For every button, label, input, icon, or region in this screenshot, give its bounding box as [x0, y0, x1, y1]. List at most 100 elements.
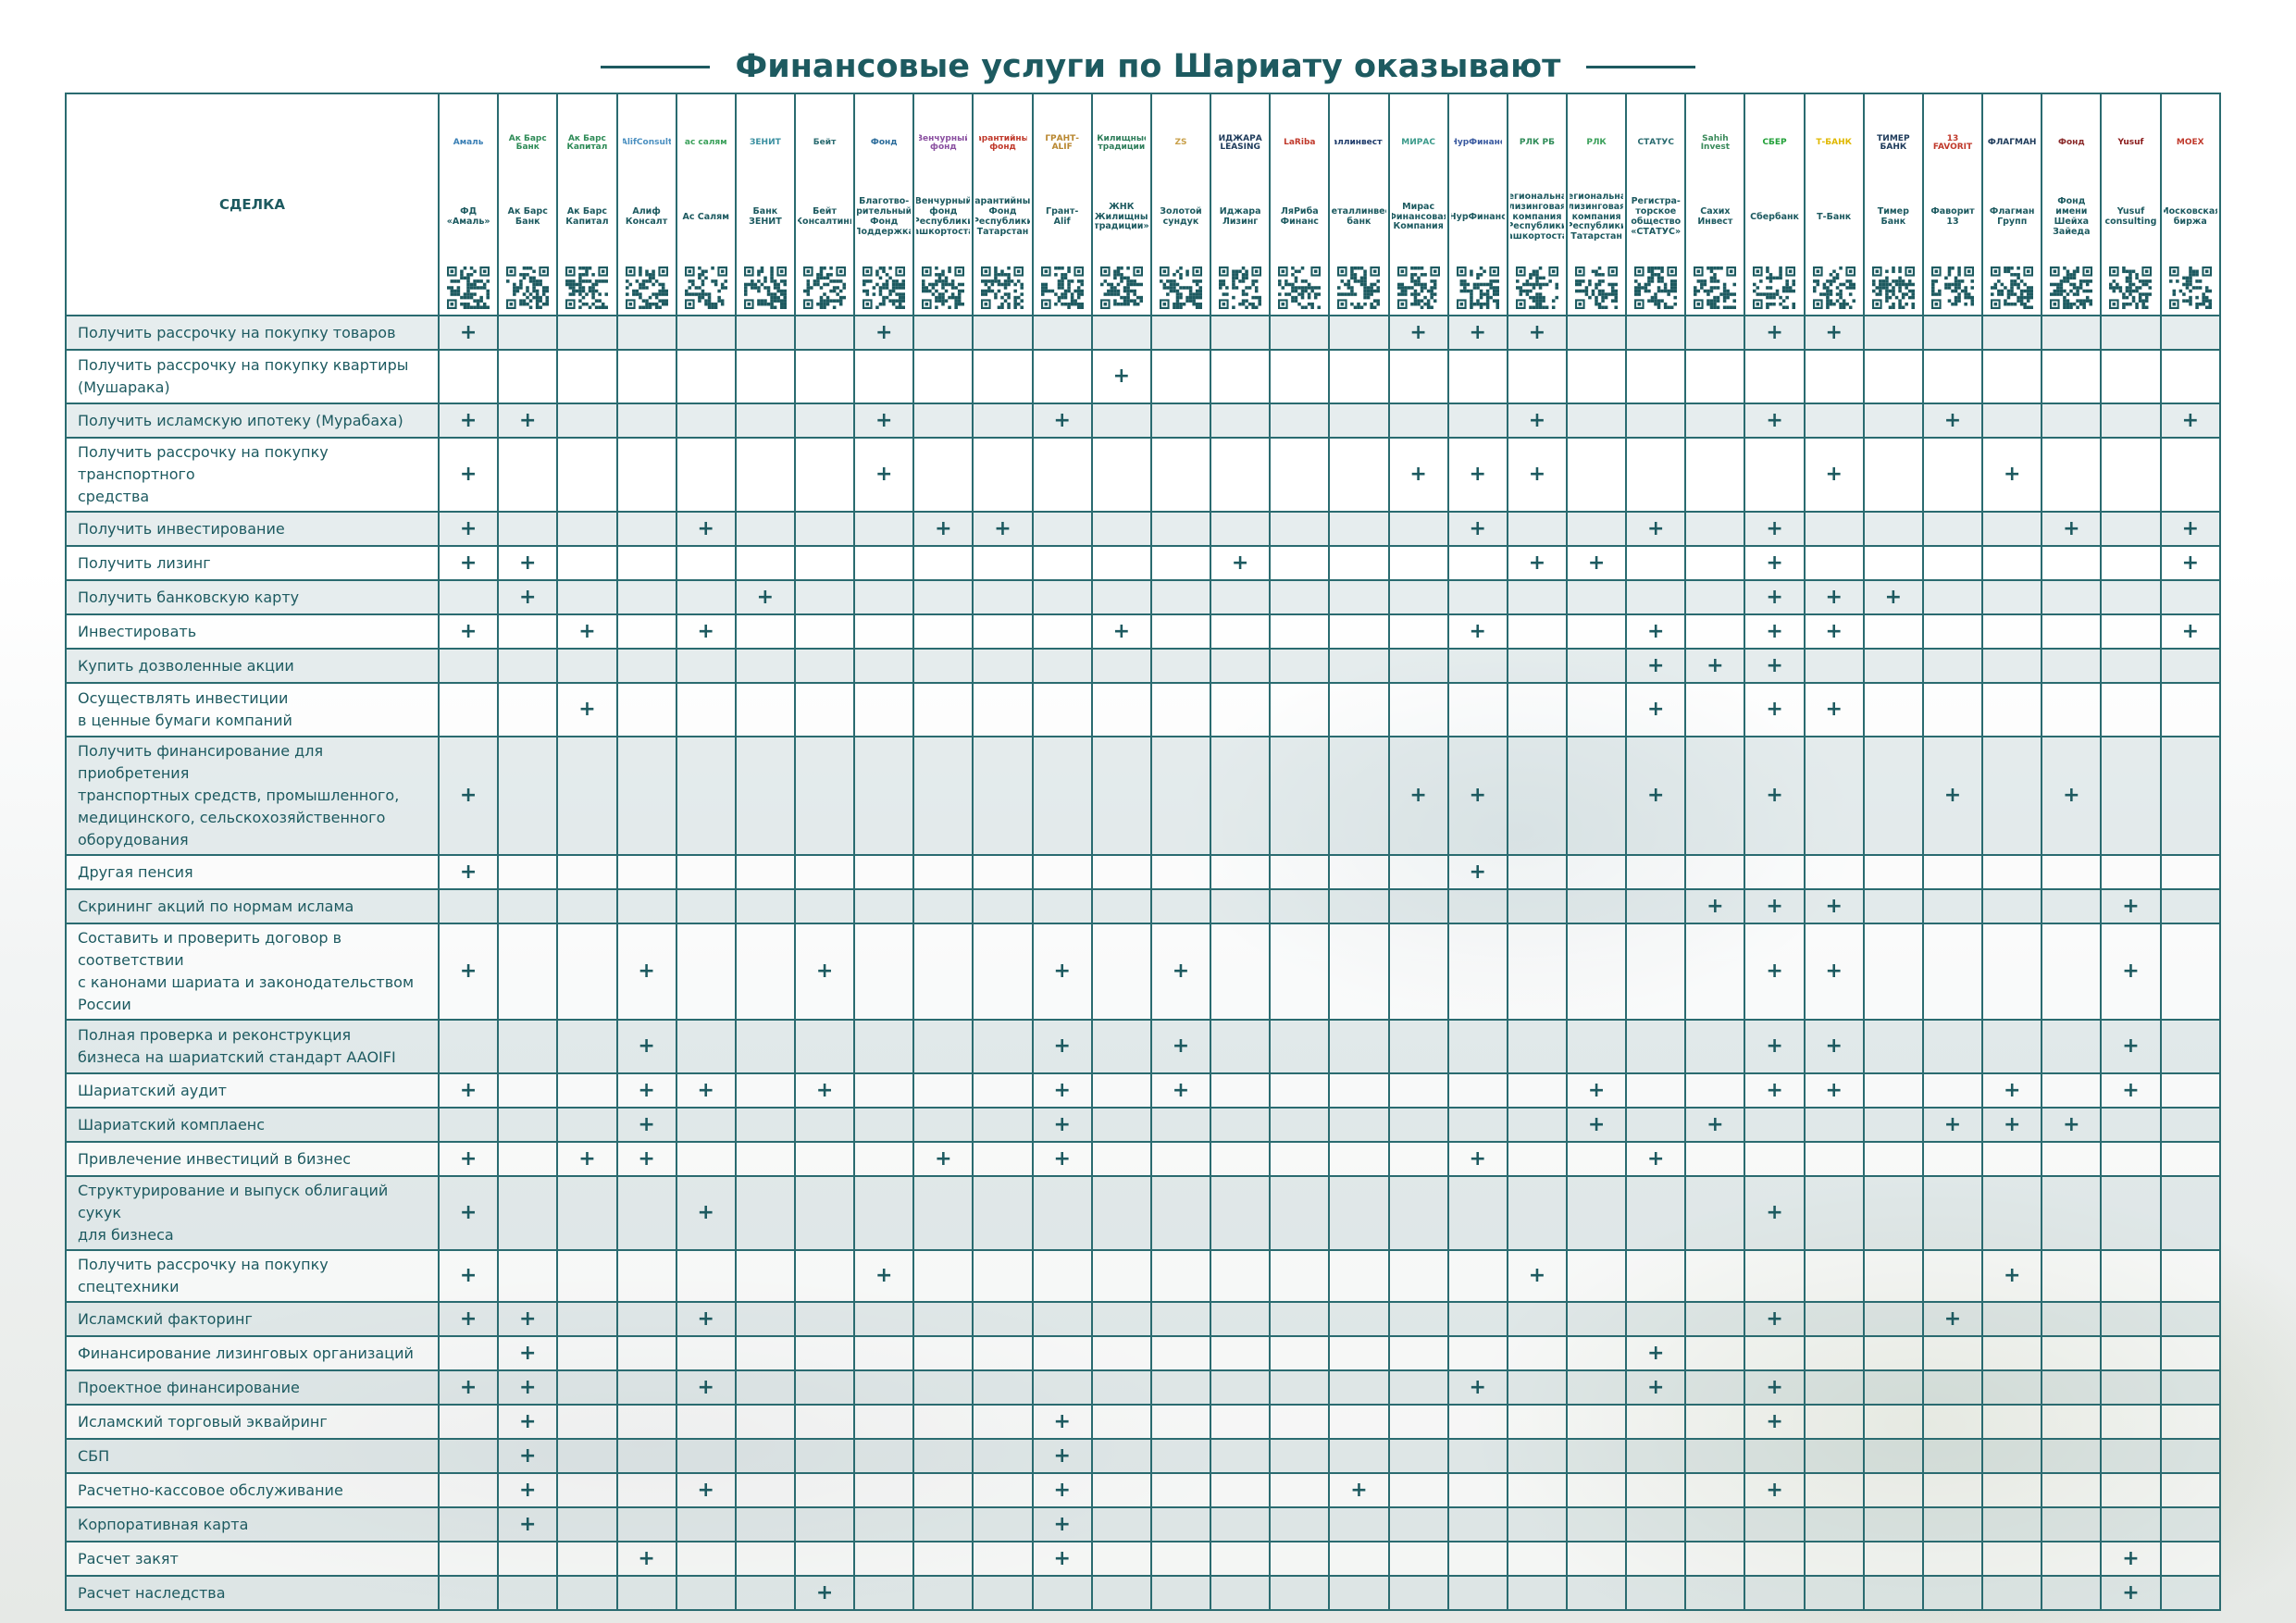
qr-code-icon[interactable] [1991, 266, 2034, 309]
service-cell [2041, 682, 2103, 737]
qr-code-icon[interactable] [1930, 266, 1974, 309]
service-cell [1506, 613, 1569, 650]
qr-code-icon[interactable] [743, 266, 787, 309]
qr-code-icon[interactable] [1694, 266, 1737, 309]
plus-mark-icon: + [875, 320, 893, 344]
plus-mark-icon: + [459, 960, 478, 983]
service-cell: + [1981, 1072, 2043, 1109]
service-cell [1862, 1249, 1924, 1303]
service-cell: + [1744, 579, 1806, 615]
plus-mark-icon: + [1053, 1512, 1071, 1536]
qr-code-icon[interactable] [684, 266, 727, 309]
org-header-24: ТИМЕР БАНК Тимер Банк [1862, 93, 1924, 316]
service-cell [556, 579, 618, 615]
service-cell [2159, 1072, 2222, 1109]
qr-code-icon[interactable] [1099, 266, 1143, 309]
service-cell [1981, 1438, 2043, 1474]
qr-code-icon[interactable] [863, 266, 906, 309]
service-cell [734, 1141, 796, 1177]
service-cell [497, 1249, 559, 1303]
service-cell [1803, 1107, 1865, 1143]
service-cell [972, 1369, 1034, 1406]
service-cell [972, 1506, 1034, 1542]
qr-code-icon[interactable] [1040, 266, 1084, 309]
qr-code-icon[interactable] [565, 266, 609, 309]
service-cell [1565, 1301, 1628, 1337]
plus-mark-icon: + [1409, 463, 1427, 486]
service-cell: + [1803, 888, 1865, 924]
plus-mark-icon: + [1172, 1035, 1190, 1058]
service-cell [675, 315, 737, 351]
qr-code-icon[interactable] [1515, 266, 1558, 309]
org-logo: РЛК [1586, 138, 1607, 148]
plus-mark-icon: + [1647, 653, 1665, 677]
service-cell [438, 1575, 500, 1611]
qr-code-icon[interactable] [981, 266, 1024, 309]
service-cell [2041, 1249, 2103, 1303]
org-header-10: ГРАНТ-ALIF Грант- Alif [1031, 93, 1093, 316]
service-cell: + [497, 545, 559, 581]
service-cell [2100, 1141, 2162, 1177]
qr-code-icon[interactable] [625, 266, 668, 309]
plus-mark-icon: + [1825, 698, 1843, 721]
plus-mark-icon: + [1766, 653, 1783, 677]
qr-code-icon[interactable] [1871, 266, 1915, 309]
service-cell [438, 1506, 500, 1542]
service-cell [1921, 1369, 1984, 1406]
qr-code-icon[interactable] [2050, 266, 2093, 309]
qr-code-icon[interactable] [1159, 266, 1202, 309]
service-cell [2100, 545, 2162, 581]
qr-code-icon[interactable] [1278, 266, 1322, 309]
qr-code-icon[interactable] [447, 266, 490, 309]
plus-mark-icon: + [638, 1546, 655, 1570]
qr-code-icon[interactable] [1634, 266, 1678, 309]
qr-code-icon[interactable] [1812, 266, 1855, 309]
qr-code-icon[interactable] [1396, 266, 1440, 309]
service-cell [1149, 545, 1212, 581]
service-cell [734, 1438, 796, 1474]
qr-code-icon[interactable] [1219, 266, 1262, 309]
qr-code-icon[interactable] [1337, 266, 1381, 309]
service-cell [853, 613, 915, 650]
service-cell [1387, 1249, 1449, 1303]
service-cell [853, 682, 915, 737]
qr-code-icon[interactable] [802, 266, 846, 309]
service-cell [1328, 682, 1390, 737]
qr-code-icon[interactable] [2109, 266, 2153, 309]
qr-code-icon[interactable] [1575, 266, 1618, 309]
service-cell [912, 1404, 974, 1440]
plus-mark-icon: + [935, 516, 952, 540]
deal-label: Структурирование и выпуск облигаций суку… [64, 1175, 441, 1251]
service-cell [1269, 545, 1331, 581]
qr-code-icon[interactable] [1753, 266, 1796, 309]
qr-code-icon[interactable] [1456, 266, 1499, 309]
service-cell [438, 682, 500, 737]
service-cell [2159, 1249, 2222, 1303]
qr-code-icon[interactable] [922, 266, 965, 309]
deal-label: Получить финансирование для приобретения… [64, 736, 441, 856]
service-cell [556, 736, 618, 856]
qr-code-icon[interactable] [2168, 266, 2212, 309]
service-cell: + [615, 923, 677, 1021]
service-cell [1387, 1301, 1449, 1337]
service-cell [1387, 682, 1449, 737]
org-header-11: Жилищные традиции ЖНК «Жилищные традиции» [1090, 93, 1152, 316]
service-cell [1328, 1438, 1390, 1474]
plus-mark-icon: + [1409, 784, 1427, 807]
plus-mark-icon: + [1647, 1146, 1665, 1171]
service-cell [853, 923, 915, 1021]
service-cell [912, 403, 974, 439]
service-cell [1031, 437, 1093, 513]
qr-code-icon[interactable] [506, 266, 550, 309]
org-name: Грант- Alif [1046, 206, 1079, 227]
service-cell [1981, 1369, 2043, 1406]
service-cell [675, 888, 737, 924]
service-cell [2041, 1175, 2103, 1251]
service-cell [1031, 1175, 1093, 1251]
plus-mark-icon: + [1825, 463, 1843, 486]
table-row: Финансирование лизинговых организаций + + [64, 1335, 2222, 1371]
service-cell [1269, 349, 1331, 404]
deal-label: Корпоративная карта [64, 1506, 441, 1542]
service-cell [853, 1438, 915, 1474]
plus-mark-icon: + [697, 1201, 714, 1224]
